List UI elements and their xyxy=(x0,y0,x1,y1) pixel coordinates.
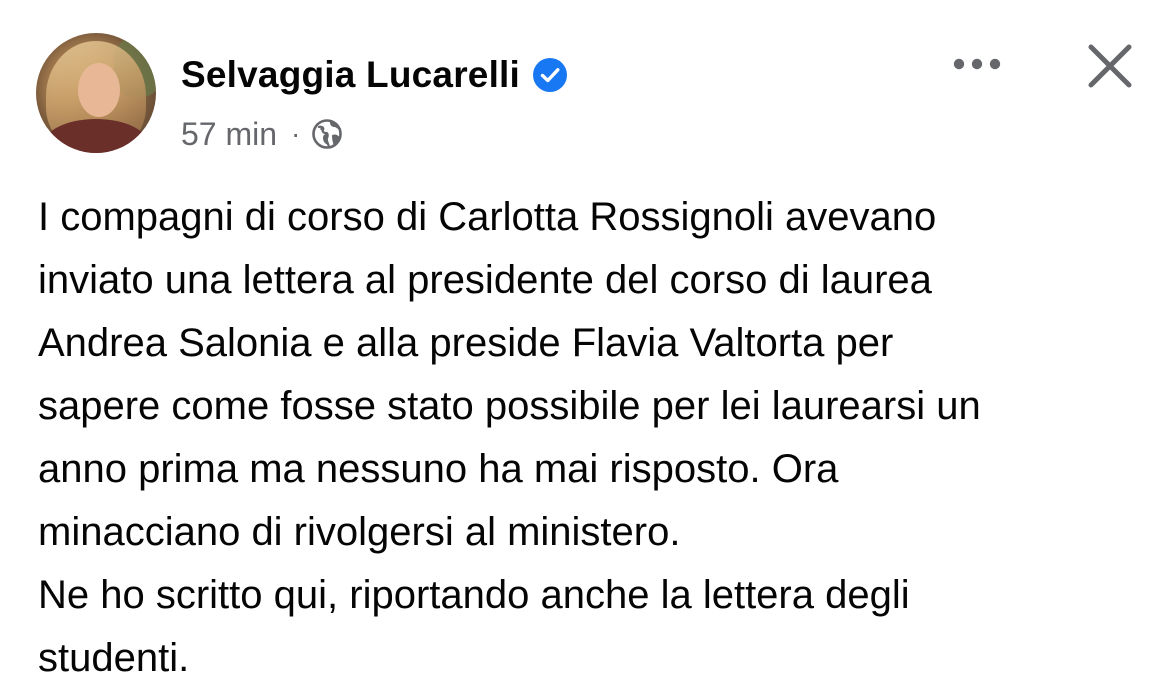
verified-badge-icon xyxy=(532,57,568,93)
avatar-face xyxy=(78,63,120,117)
author-row: Selvaggia Lucarelli xyxy=(181,50,568,100)
close-icon xyxy=(1088,44,1132,88)
author-avatar[interactable] xyxy=(36,33,156,153)
post-timestamp[interactable]: 57 min xyxy=(181,116,277,153)
post-paragraph-1: I compagni di corso di Carlotta Rossigno… xyxy=(38,195,981,554)
post-meta: 57 min · xyxy=(181,112,344,156)
facebook-post: Selvaggia Lucarelli 57 min · I compagni … xyxy=(0,0,1170,688)
globe-icon[interactable] xyxy=(310,117,344,151)
post-text: I compagni di corso di Carlotta Rossigno… xyxy=(38,186,1148,690)
more-options-button[interactable] xyxy=(944,44,1010,84)
meta-separator: · xyxy=(291,118,301,149)
close-button[interactable] xyxy=(1082,38,1138,94)
post-paragraph-2: Ne ho scritto qui, riportando anche la l… xyxy=(38,573,910,680)
more-options-icon xyxy=(953,58,1001,70)
author-name[interactable]: Selvaggia Lucarelli xyxy=(181,54,520,96)
